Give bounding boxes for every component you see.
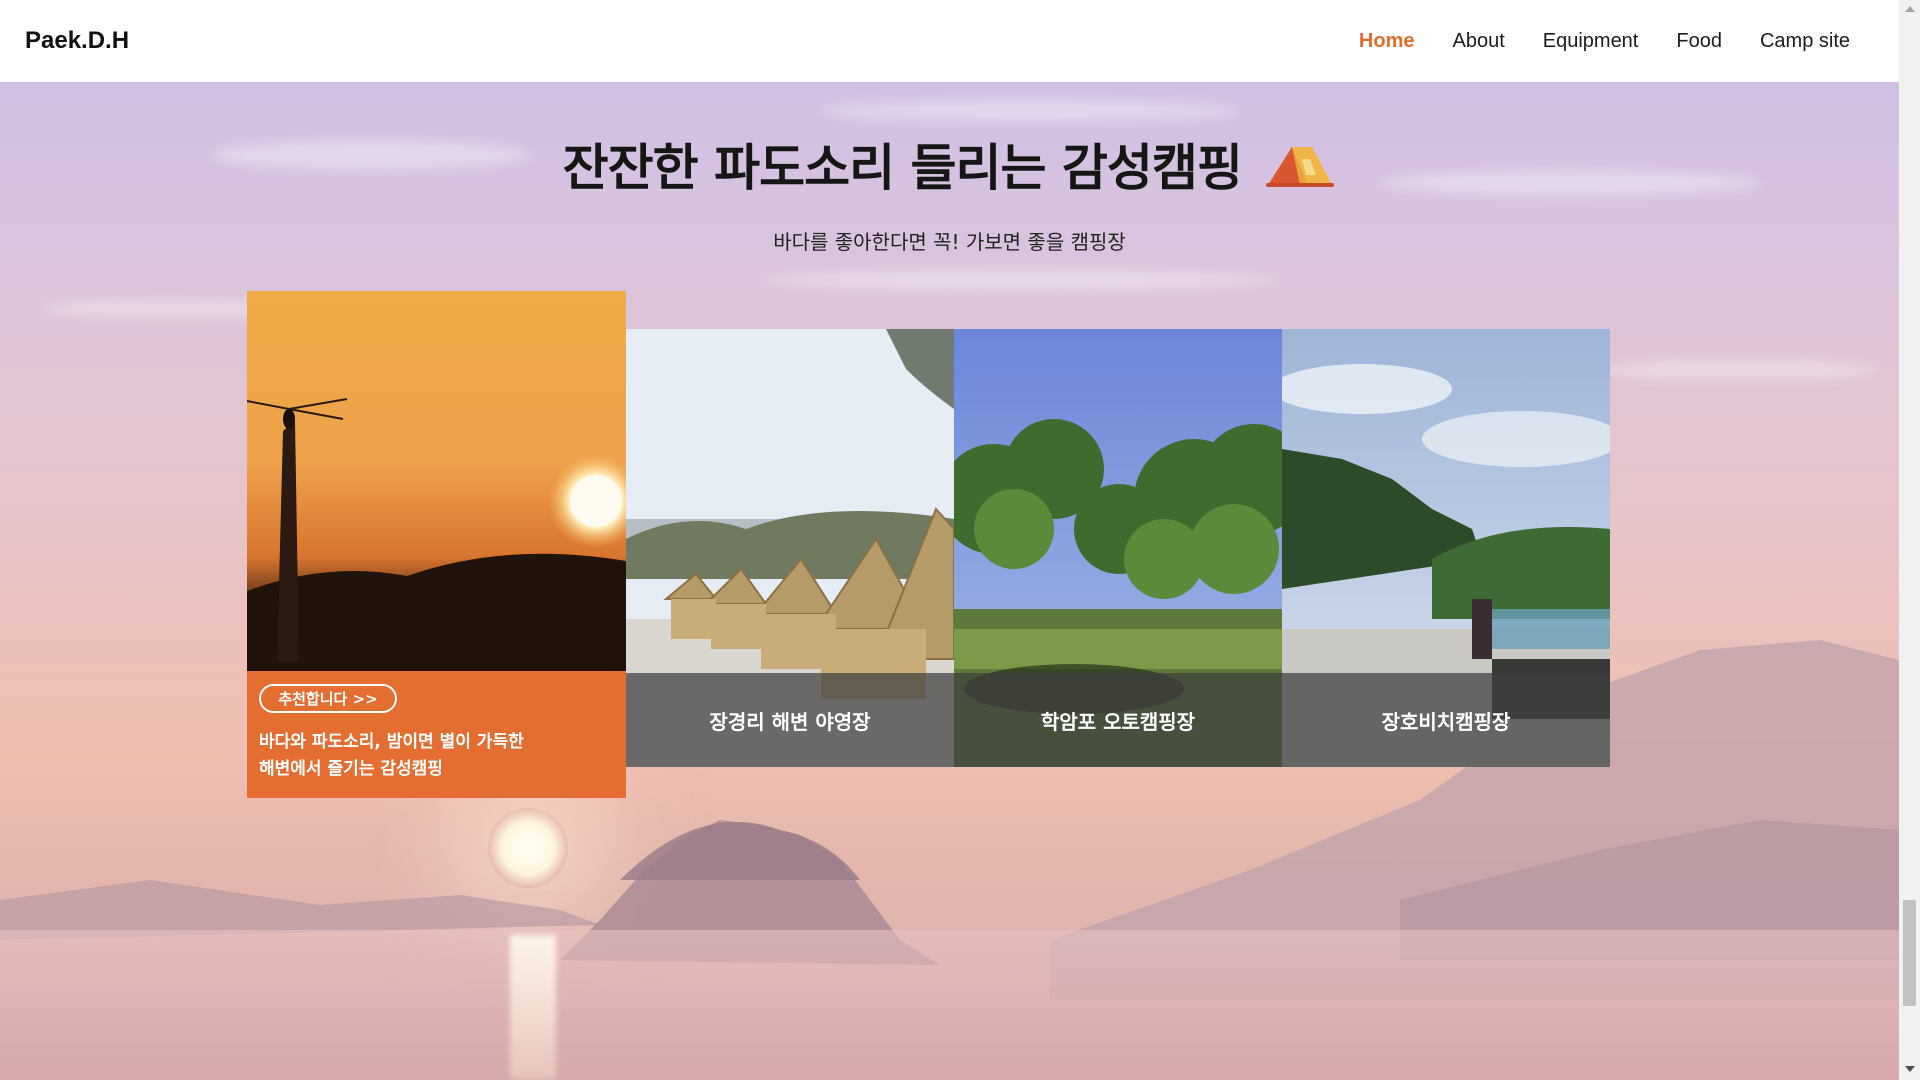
campsite-card[interactable]: 장호비치캠핑장 [1282, 329, 1610, 767]
campsite-cards: 추천합니다 >> 바다와 파도소리, 밤이면 별이 가득한 해변에서 즐기는 감… [247, 291, 1610, 798]
nav-home[interactable]: Home [1340, 30, 1434, 53]
scroll-thumb[interactable] [1903, 900, 1916, 1006]
page-title-text: 잔잔한 파도소리 들리는 감성캠핑 [562, 139, 1243, 197]
campsite-card-label: 학암포 오토캠핑장 [954, 673, 1282, 767]
campsite-card-label: 장경리 해변 야영장 [626, 673, 954, 767]
scroll-up-arrow-icon[interactable] [1905, 6, 1915, 12]
nav-camp-site[interactable]: Camp site [1741, 30, 1869, 53]
top-navbar: Paek.D.H Home About Equipment Food Camp … [0, 0, 1899, 82]
recommend-badge[interactable]: 추천합니다 >> [259, 684, 397, 713]
nav-about[interactable]: About [1433, 30, 1523, 53]
page-subtitle: 바다를 좋아한다면 꼭! 가보면 좋을 캠핑장 [773, 230, 1126, 254]
sunset-dragonfly-photo [247, 291, 626, 671]
tent-icon [1264, 143, 1336, 201]
brand-logo[interactable]: Paek.D.H [25, 27, 129, 55]
page-title: 잔잔한 파도소리 들리는 감성캠핑 [0, 128, 1899, 201]
featured-card[interactable]: 추천합니다 >> 바다와 파도소리, 밤이면 별이 가득한 해변에서 즐기는 감… [247, 291, 626, 798]
campsite-card[interactable]: 장경리 해변 야영장 [626, 329, 954, 767]
campsite-card[interactable]: 학암포 오토캠핑장 [954, 329, 1282, 767]
main-nav: Home About Equipment Food Camp site [1340, 30, 1869, 53]
nav-equipment[interactable]: Equipment [1524, 30, 1658, 53]
featured-description: 바다와 파도소리, 밤이면 별이 가득한 해변에서 즐기는 감성캠핑 [259, 729, 614, 783]
campsite-card-label: 장호비치캠핑장 [1282, 673, 1610, 767]
scroll-down-arrow-icon[interactable] [1905, 1066, 1915, 1072]
featured-description-line2: 해변에서 즐기는 감성캠핑 [259, 759, 443, 779]
page-scrollbar[interactable] [1899, 0, 1920, 1080]
nav-food[interactable]: Food [1657, 30, 1741, 53]
featured-description-line1: 바다와 파도소리, 밤이면 별이 가득한 [259, 732, 524, 752]
